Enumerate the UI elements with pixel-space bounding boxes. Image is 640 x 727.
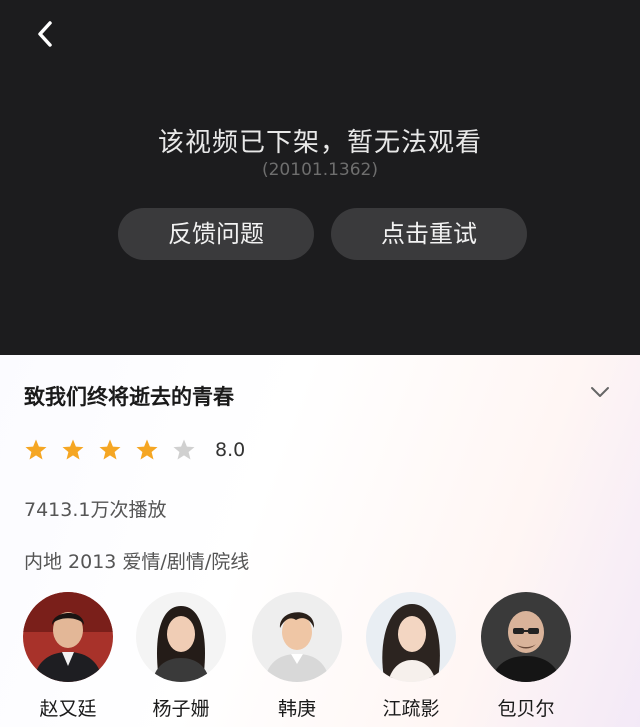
play-count: 7413.1万次播放	[24, 499, 167, 521]
feedback-button[interactable]: 反馈问题	[118, 208, 314, 260]
rating-score: 8.0	[215, 439, 246, 461]
star-filled-icon	[62, 439, 84, 460]
chevron-left-icon	[38, 21, 52, 47]
star-filled-icon	[25, 439, 47, 460]
avatar	[136, 592, 226, 682]
video-meta: 内地 2013 爱情/剧情/院线	[24, 551, 250, 573]
cast-name: 韩庚	[277, 698, 316, 720]
cast-name: 江疏影	[382, 698, 440, 720]
cast-name: 赵又廷	[39, 698, 97, 720]
avatar	[366, 592, 456, 682]
star-empty-icon	[173, 439, 195, 460]
avatar	[252, 592, 342, 682]
cast-name: 杨子姗	[152, 698, 210, 720]
star-filled-icon	[136, 439, 158, 460]
video-title: 致我们终将逝去的青春	[24, 385, 234, 409]
cast-item[interactable]: 赵又廷	[18, 592, 118, 721]
retry-button[interactable]: 点击重试	[331, 208, 527, 260]
cast-item[interactable]: 杨子姗	[131, 592, 231, 721]
star-filled-icon	[99, 439, 121, 460]
cast-item[interactable]: 韩庚	[247, 592, 347, 721]
avatar	[23, 592, 113, 682]
cast-name: 包贝尔	[497, 698, 555, 720]
rating-stars	[24, 435, 209, 465]
video-info-panel: 致我们终将逝去的青春 8.0 7413.1万次播放 内地 2013 爱情/剧情/…	[0, 355, 640, 727]
cast-item[interactable]: 包贝尔	[476, 592, 576, 721]
back-button[interactable]	[28, 16, 64, 52]
cast-item[interactable]: 江疏影	[361, 592, 461, 721]
error-code: (20101.1362)	[261, 160, 378, 180]
avatar	[481, 592, 571, 682]
video-player: 该视频已下架，暂无法观看 (20101.1362) 反馈问题 点击重试	[0, 0, 640, 355]
unavailable-message: 该视频已下架，暂无法观看	[157, 128, 482, 158]
expand-button[interactable]	[588, 383, 612, 401]
chevron-down-icon	[591, 387, 609, 397]
